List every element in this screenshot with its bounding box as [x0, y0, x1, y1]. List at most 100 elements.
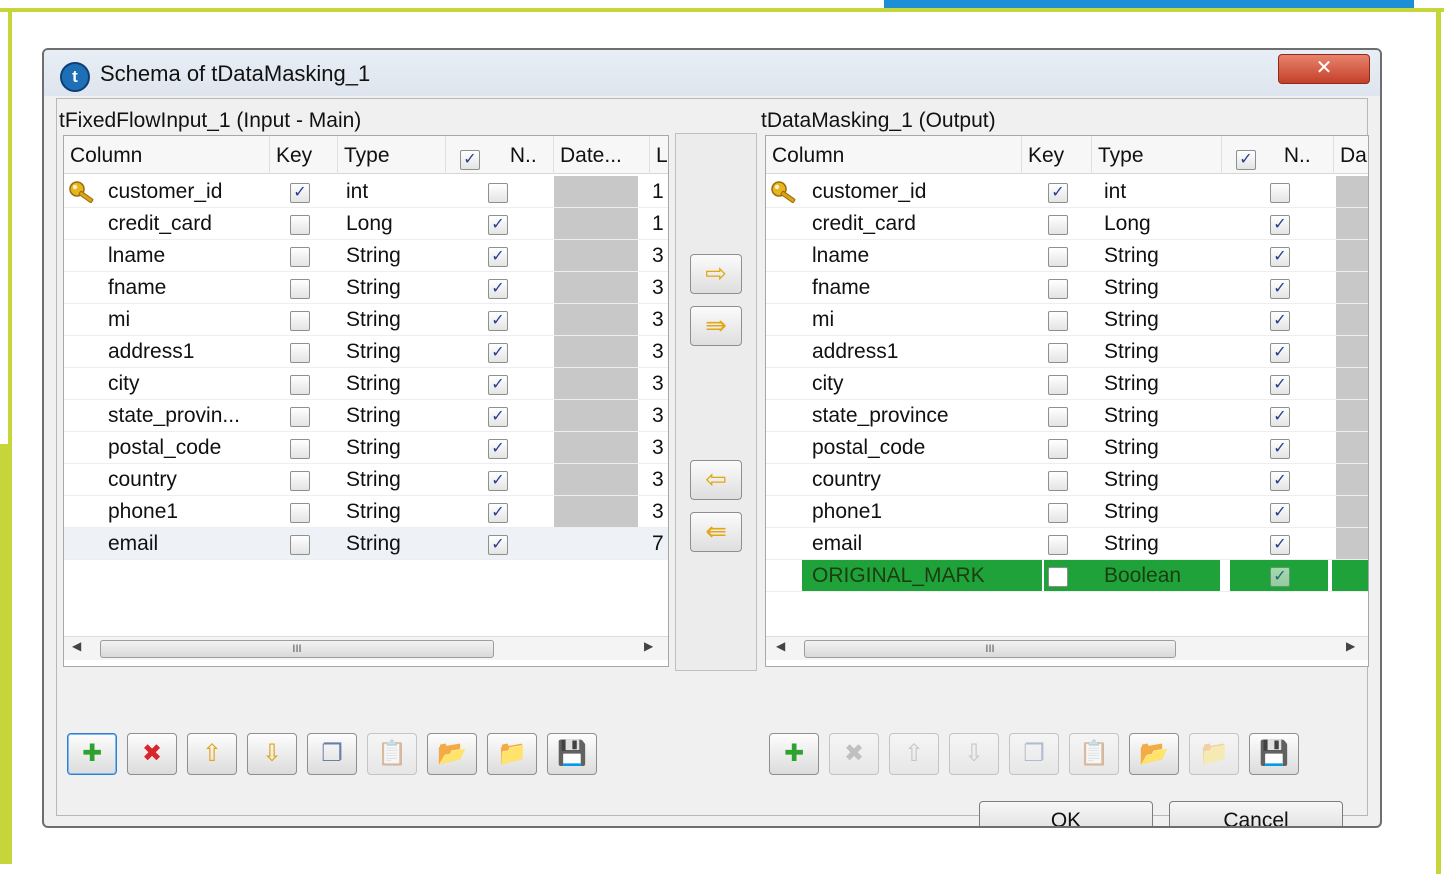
key-checkbox[interactable]	[1048, 311, 1068, 331]
table-row[interactable]: city String ✓ 3	[64, 368, 668, 400]
nullable-checkbox[interactable]: ✓	[488, 503, 508, 523]
type-cell[interactable]: String	[346, 368, 401, 400]
date-pattern-cell[interactable]	[1336, 400, 1368, 431]
output-table-hscrollbar[interactable]: ◀ III ▶	[766, 636, 1368, 660]
length-cell[interactable]: 3	[652, 240, 664, 272]
date-pattern-cell[interactable]	[554, 208, 638, 239]
column-name-cell[interactable]: lname	[812, 240, 869, 272]
length-cell[interactable]: 3	[652, 432, 664, 464]
table-row[interactable]: address1 String ✓ 3	[64, 336, 668, 368]
scroll-thumb[interactable]: III	[100, 640, 494, 658]
column-name-cell[interactable]: city	[108, 368, 140, 400]
type-cell[interactable]: String	[1104, 240, 1159, 272]
column-name-cell[interactable]: lname	[108, 240, 165, 272]
nullable-checkbox[interactable]: ✓	[1270, 471, 1290, 491]
select-all-nullable-checkbox[interactable]: ✓	[1236, 150, 1256, 170]
remove-all-button[interactable]: ⇚	[690, 512, 742, 552]
key-checkbox[interactable]	[290, 375, 310, 395]
remove-selected-button[interactable]: ⇦	[690, 460, 742, 500]
length-cell[interactable]: 3	[652, 272, 664, 304]
move-down-button[interactable]: ⇩	[949, 733, 999, 775]
date-pattern-cell[interactable]	[1336, 336, 1368, 367]
table-row[interactable]: phone1 String ✓	[766, 496, 1368, 528]
export-schema-button[interactable]: 📁	[487, 733, 537, 775]
length-cell[interactable]: 1	[652, 176, 664, 208]
type-cell[interactable]: int	[1104, 176, 1126, 208]
type-cell[interactable]: String	[346, 304, 401, 336]
nullable-checkbox[interactable]: ✓	[488, 215, 508, 235]
move-up-button[interactable]: ⇧	[187, 733, 237, 775]
type-cell[interactable]: String	[1104, 528, 1159, 560]
key-checkbox[interactable]	[1048, 407, 1068, 427]
date-pattern-cell[interactable]	[554, 400, 638, 431]
column-name-cell[interactable]: email	[108, 528, 158, 560]
column-name-cell[interactable]: postal_code	[108, 432, 221, 464]
table-row[interactable]: mi String ✓	[766, 304, 1368, 336]
type-cell[interactable]: Long	[1104, 208, 1151, 240]
date-pattern-cell[interactable]	[554, 528, 638, 559]
nullable-checkbox[interactable]: ✓	[1270, 343, 1290, 363]
length-cell[interactable]: 3	[652, 496, 664, 528]
nullable-checkbox[interactable]: ✓	[488, 343, 508, 363]
nullable-checkbox[interactable]: ✓	[488, 407, 508, 427]
key-checkbox[interactable]	[290, 343, 310, 363]
nullable-checkbox[interactable]	[488, 183, 508, 203]
date-pattern-cell[interactable]	[554, 496, 638, 527]
nullable-checkbox[interactable]: ✓	[488, 375, 508, 395]
col-header-type[interactable]: Type	[1092, 136, 1222, 174]
date-pattern-cell[interactable]	[554, 336, 638, 367]
date-pattern-cell[interactable]	[1336, 272, 1368, 303]
date-pattern-cell[interactable]	[1336, 432, 1368, 463]
date-pattern-cell[interactable]	[554, 432, 638, 463]
type-cell[interactable]: String	[1104, 432, 1159, 464]
column-name-cell[interactable]: credit_card	[812, 208, 916, 240]
column-name-cell[interactable]: country	[108, 464, 177, 496]
table-row[interactable]: address1 String ✓	[766, 336, 1368, 368]
title-bar[interactable]: t Schema of tDataMasking_1 ✕	[44, 50, 1380, 96]
scroll-left-icon[interactable]: ◀	[72, 639, 81, 653]
key-checkbox[interactable]	[290, 215, 310, 235]
table-row[interactable]: city String ✓	[766, 368, 1368, 400]
nullable-checkbox[interactable]: ✓	[1270, 279, 1290, 299]
key-checkbox[interactable]	[1048, 567, 1068, 587]
date-pattern-cell[interactable]	[1336, 240, 1368, 271]
move-up-button[interactable]: ⇧	[889, 733, 939, 775]
copy-button[interactable]: ❐	[307, 733, 357, 775]
table-row[interactable]: postal_code String ✓	[766, 432, 1368, 464]
key-checkbox[interactable]	[290, 311, 310, 331]
column-name-cell[interactable]: email	[812, 528, 862, 560]
add-column-button[interactable]: ✚	[67, 733, 117, 775]
column-name-cell[interactable]: city	[812, 368, 844, 400]
key-checkbox[interactable]	[1048, 471, 1068, 491]
column-name-cell[interactable]: address1	[108, 336, 194, 368]
table-row[interactable]: phone1 String ✓ 3	[64, 496, 668, 528]
type-cell[interactable]: Boolean	[1104, 560, 1181, 592]
paste-button[interactable]: 📋	[1069, 733, 1119, 775]
date-pattern-cell[interactable]	[1336, 496, 1368, 527]
type-cell[interactable]: String	[346, 272, 401, 304]
import-schema-button[interactable]: 📂	[427, 733, 477, 775]
column-name-cell[interactable]: fname	[108, 272, 166, 304]
length-cell[interactable]: 3	[652, 368, 664, 400]
date-pattern-cell[interactable]	[554, 304, 638, 335]
export-schema-button[interactable]: 📁	[1189, 733, 1239, 775]
nullable-checkbox[interactable]: ✓	[1270, 567, 1290, 587]
key-checkbox[interactable]	[290, 471, 310, 491]
key-checkbox[interactable]	[290, 247, 310, 267]
nullable-checkbox[interactable]: ✓	[488, 535, 508, 555]
date-pattern-cell[interactable]	[1336, 368, 1368, 399]
add-column-button[interactable]: ✚	[769, 733, 819, 775]
table-row[interactable]: country String ✓ 3	[64, 464, 668, 496]
type-cell[interactable]: Long	[346, 208, 393, 240]
type-cell[interactable]: String	[346, 400, 401, 432]
type-cell[interactable]: String	[346, 496, 401, 528]
scroll-right-icon[interactable]: ▶	[1346, 639, 1355, 653]
col-header-column[interactable]: Column	[64, 136, 270, 174]
key-checkbox[interactable]	[290, 535, 310, 555]
table-row[interactable]: credit_card Long ✓ 1	[64, 208, 668, 240]
key-checkbox[interactable]	[290, 279, 310, 299]
nullable-checkbox[interactable]: ✓	[488, 471, 508, 491]
save-schema-button[interactable]: 💾	[1249, 733, 1299, 775]
nullable-checkbox[interactable]: ✓	[1270, 407, 1290, 427]
table-row[interactable]: fname String ✓	[766, 272, 1368, 304]
